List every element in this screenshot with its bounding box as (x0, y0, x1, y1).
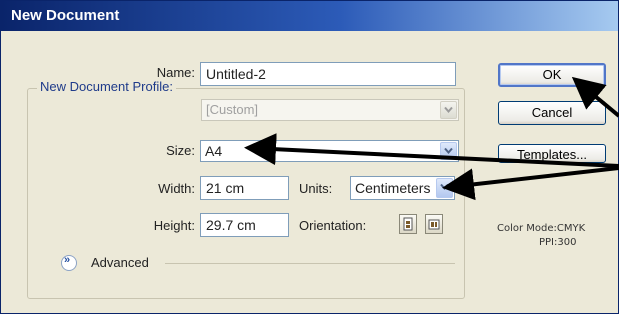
chevron-down-icon (440, 101, 457, 119)
name-label: Name: (156, 65, 195, 80)
orientation-label: Orientation: (299, 218, 367, 233)
size-label: Size: (166, 143, 195, 158)
portrait-button[interactable] (399, 214, 417, 234)
height-input[interactable]: 29.7 cm (200, 213, 289, 237)
window-title: New Document (11, 7, 120, 24)
templates-button[interactable]: Templates... (498, 144, 606, 163)
width-input[interactable]: 21 cm (200, 176, 289, 200)
advanced-divider (165, 263, 455, 264)
new-document-dialog: New Document Name: Untitled-2 New Docume… (0, 0, 619, 314)
color-mode-text: Color Mode:CMYK (497, 223, 586, 234)
ok-button[interactable]: OK (498, 63, 606, 87)
landscape-orientation-icon (428, 219, 440, 230)
units-select[interactable]: Centimeters (350, 176, 455, 200)
double-chevron-down-icon: » (64, 254, 71, 266)
advanced-toggle[interactable]: » (61, 254, 77, 271)
profile-value: [Custom] (206, 102, 259, 117)
advanced-label: Advanced (91, 255, 149, 270)
size-value: A4 (205, 143, 223, 159)
width-label: Width: (158, 181, 195, 196)
name-input[interactable]: Untitled-2 (200, 62, 456, 86)
profile-label: New Document Profile: (37, 79, 176, 94)
title-bar[interactable]: New Document (1, 1, 618, 31)
portrait-orientation-icon (403, 217, 413, 231)
units-value: Centimeters (355, 180, 431, 196)
chevron-down-icon (436, 178, 453, 198)
cancel-button[interactable]: Cancel (498, 101, 606, 125)
chevron-down-icon (440, 142, 457, 160)
height-label: Height: (153, 218, 195, 233)
units-label: Units: (299, 181, 333, 196)
profile-select[interactable]: [Custom] (201, 99, 459, 121)
size-select[interactable]: A4 (200, 140, 459, 162)
ppi-text: PPI:300 (539, 237, 577, 248)
landscape-button[interactable] (425, 214, 443, 234)
